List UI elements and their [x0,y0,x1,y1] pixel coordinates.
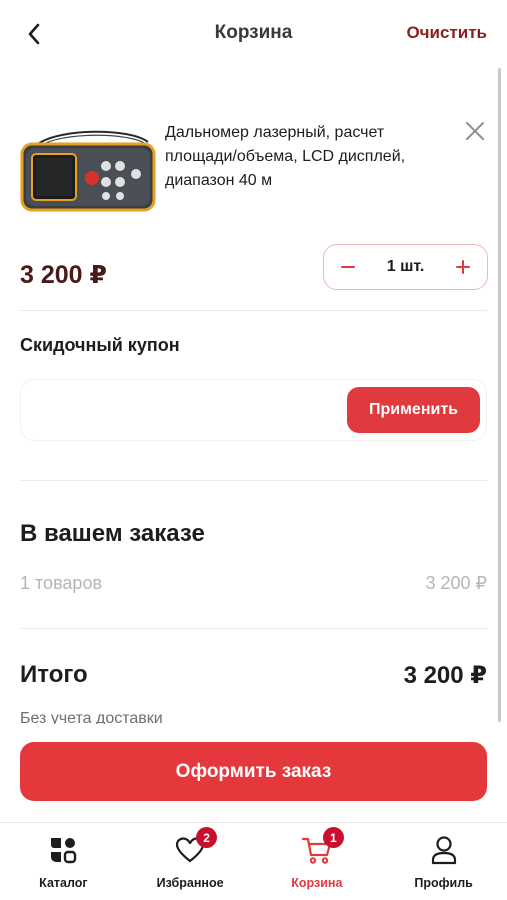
decrease-quantity-button[interactable] [338,257,358,277]
items-sum: 3 200 ₽ [425,573,488,593]
coupon-title: Скидочный купон [20,335,180,355]
checkout-button[interactable]: Оформить заказ [20,742,487,801]
total-value: 3 200 ₽ [403,662,487,689]
favorites-badge: 2 [196,827,218,848]
total-row: Итого 3 200 ₽ [20,661,487,690]
items-summary-row: 1 товаров 3 200 ₽ [20,573,487,594]
minus-icon [341,266,355,268]
increase-quantity-button[interactable] [453,257,473,277]
coupon-input[interactable] [35,392,335,430]
delivery-note: Без учета доставки [20,710,163,724]
nav-label-catalog: Каталог [39,876,88,890]
cart-icon: 1 [300,827,344,867]
divider [20,310,487,311]
divider [20,628,487,629]
bottom-nav: Каталог 2 Избранное 1 Корзина Профиль [0,822,507,900]
nav-item-profile[interactable]: Профиль [380,823,507,900]
catalog-icon [46,833,80,867]
remove-item-button[interactable] [462,118,488,144]
product-image[interactable] [20,122,156,214]
product-name[interactable]: Дальномер лазерный, расчет площади/объем… [165,121,455,193]
total-label: Итого [20,661,88,688]
nav-label-favorites: Избранное [156,876,224,890]
nav-item-cart[interactable]: 1 Корзина [254,823,381,900]
nav-label-cart: Корзина [291,876,343,890]
delivery-note-clip: Без учета доставки [20,708,320,724]
items-count: 1 товаров [20,573,103,593]
order-summary-title: В вашем заказе [20,520,205,547]
quantity-stepper: 1 шт. [323,244,488,290]
coupon-box: Применить [20,379,487,441]
profile-icon [427,833,461,867]
scrollbar[interactable] [498,68,501,722]
quantity-value: 1 шт. [386,258,425,275]
nav-item-favorites[interactable]: 2 Избранное [127,823,254,900]
apply-coupon-button[interactable]: Применить [347,387,480,433]
close-icon [466,122,484,140]
clear-cart-button[interactable]: Очистить [406,23,487,43]
divider [20,480,487,481]
nav-item-catalog[interactable]: Каталог [0,823,127,900]
header: Корзина Очистить [0,0,507,64]
heart-icon: 2 [173,827,218,867]
plus-icon [456,260,470,274]
product-price: 3 200 ₽ [20,261,107,289]
nav-label-profile: Профиль [414,876,473,890]
cart-badge: 1 [322,827,344,848]
